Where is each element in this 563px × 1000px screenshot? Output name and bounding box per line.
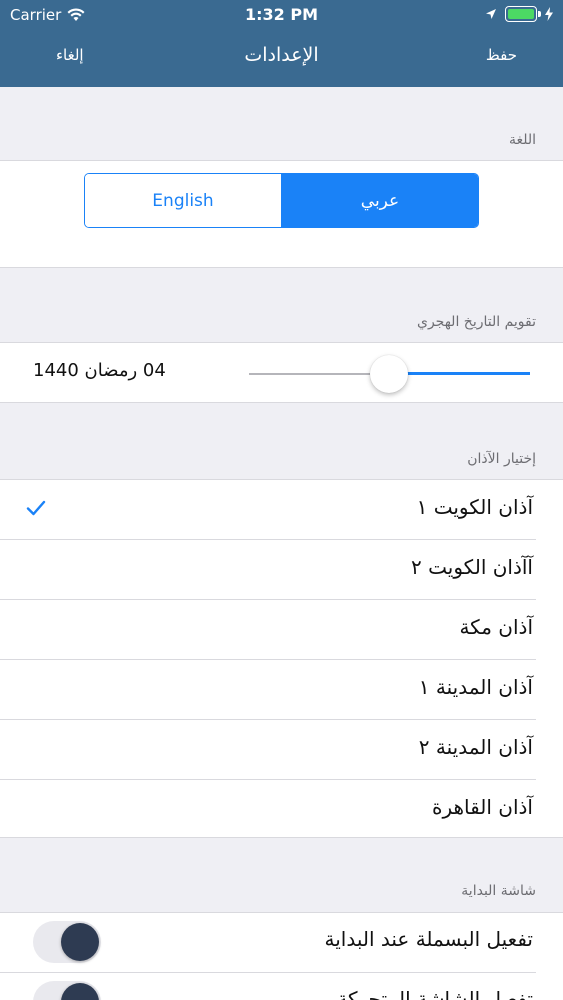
startup-section-label: شاشة البداية [461,883,536,899]
hijri-card: 04 رمضان 1440 [0,342,563,403]
status-right [485,6,553,22]
startup-item-animation: تفعيل الشاشة المتحركة [0,973,563,1000]
language-section-label: اللغة [508,132,536,148]
startup-item-label: تفعيل الشاشة المتحركة [337,987,533,1000]
language-option-english[interactable]: English [85,174,282,227]
location-arrow-icon [486,9,496,19]
adhan-item-label: آذان المدينة ٢ [418,735,533,759]
hijri-section-label: تقويم التاريخ الهجري [417,314,536,330]
hijri-slider-track[interactable] [249,373,389,375]
hijri-date-label: 04 رمضان 1440 [33,360,166,381]
adhan-item-cairo[interactable]: آذان القاهرة [0,780,563,838]
language-option-arabic[interactable]: عربي [282,174,478,227]
adhan-item-madinah-1[interactable]: آذان المدينة ١ [0,660,563,720]
adhan-item-label: آذان القاهرة [432,795,533,819]
toggle-knob [61,983,99,1000]
save-button[interactable]: حفظ [486,46,517,64]
adhan-section-label: إختيار الآذان [467,451,536,467]
adhan-item-label: آذان المدينة ١ [418,675,533,699]
adhan-item-label: آآذان الكويت ٢ [411,555,533,579]
startup-item-bismillah: تفعيل البسملة عند البداية [0,913,563,973]
status-time: 1:32 PM [244,5,318,24]
status-bar: Carrier 1:32 PM [0,0,563,30]
bismillah-toggle[interactable] [33,921,101,963]
hijri-slider-thumb[interactable] [370,355,408,393]
adhan-list: آذان الكويت ١ آآذان الكويت ٢ آذان مكة آذ… [0,479,563,838]
battery-fill [508,9,534,19]
startup-item-label: تفعيل البسملة عند البداية [324,927,533,951]
adhan-item-makkah[interactable]: آذان مكة [0,600,563,660]
hijri-slider-fill[interactable] [389,372,530,375]
animation-toggle[interactable] [33,981,101,1000]
language-card: English عربي [0,160,563,268]
checkmark-icon [26,500,46,516]
adhan-item-label: آذان مكة [459,615,533,639]
language-segmented-control: English عربي [84,173,479,228]
page-title: الإعدادات [244,44,319,66]
battery-icon [505,6,541,22]
adhan-item-kuwait-1[interactable]: آذان الكويت ١ [0,480,563,540]
charging-bolt-icon [545,7,553,21]
adhan-item-kuwait-2[interactable]: آآذان الكويت ٢ [0,540,563,600]
startup-list: تفعيل البسملة عند البداية تفعيل الشاشة ا… [0,912,563,1000]
adhan-item-label: آذان الكويت ١ [416,495,533,519]
adhan-item-madinah-2[interactable]: آذان المدينة ٢ [0,720,563,780]
header: Carrier 1:32 PM إلغاء الإعدادات حفظ [0,0,563,87]
toggle-knob [61,923,99,961]
